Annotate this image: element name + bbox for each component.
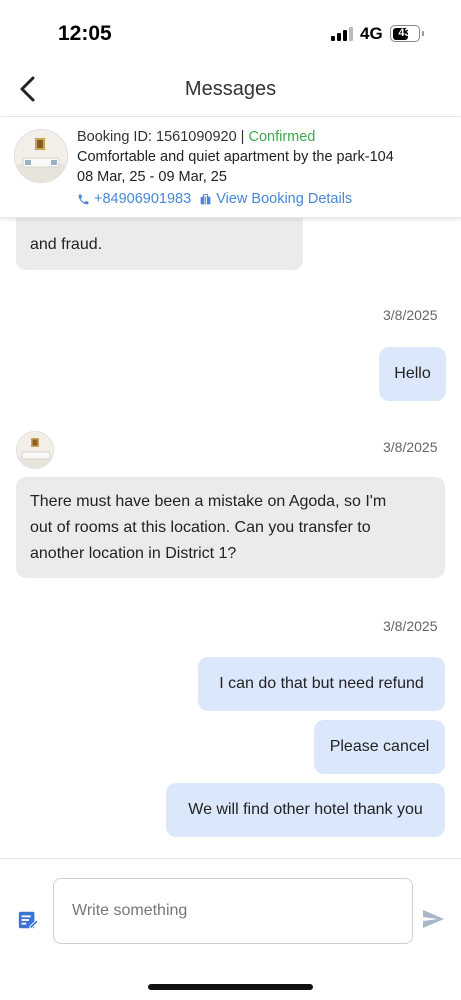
booking-id-line: Booking ID: 1561090920 | Confirmed [77, 129, 315, 145]
message-text: I can do that but need refund [219, 675, 424, 692]
battery-cap [422, 31, 424, 36]
message-bubble-outgoing: I can do that but need refund [198, 657, 445, 711]
message-bubble-outgoing: Please cancel [314, 720, 445, 774]
booking-card[interactable]: Booking ID: 1561090920 | Confirmed Comfo… [0, 116, 461, 218]
status-time: 12:05 [58, 22, 112, 45]
message-timestamp: 3/8/2025 [383, 439, 438, 455]
booking-separator: | [236, 129, 249, 145]
send-icon [423, 910, 444, 928]
phone-icon [78, 194, 89, 204]
property-name: Comfortable and quiet apartment by the p… [77, 149, 394, 165]
battery-level: 43 [398, 27, 411, 39]
message-composer [0, 858, 461, 960]
chat-thread[interactable]: and fraud. 3/8/2025 Hello 3/8/2025 There… [0, 218, 461, 858]
message-bubble-outgoing: Hello [379, 347, 446, 401]
send-button[interactable] [421, 907, 445, 931]
view-booking-details-label: View Booking Details [216, 191, 353, 207]
page-title: Messages [184, 78, 277, 100]
booking-id-label: Booking ID: [77, 129, 156, 145]
message-bubble-incoming: There must have been a mistake on Agoda,… [16, 477, 445, 578]
phone-number: +84906901983 [94, 191, 192, 207]
message-text-line: another location in District 1? [30, 545, 237, 562]
briefcase-icon [200, 193, 211, 204]
message-text: We will find other hotel thank you [188, 801, 423, 818]
message-input[interactable] [53, 878, 413, 944]
edit-note-icon [18, 911, 39, 929]
home-indicator [148, 984, 313, 990]
message-bubble-incoming: and fraud. [16, 218, 303, 270]
message-text-line: There must have been a mistake on Agoda,… [30, 493, 387, 510]
message-text: Please cancel [329, 738, 430, 755]
message-text-line: out of rooms at this location. Can you t… [30, 519, 371, 536]
message-text: Hello [394, 365, 431, 382]
phone-link[interactable]: +84906901983 [77, 191, 191, 207]
booking-dates: 08 Mar, 25 - 09 Mar, 25 [77, 169, 227, 185]
message-text: and fraud. [30, 236, 103, 253]
battery-icon: 43 [390, 25, 420, 42]
sender-avatar [16, 431, 54, 469]
property-avatar [14, 129, 68, 183]
booking-status-badge: Confirmed [248, 129, 316, 145]
booking-links: +84906901983 View Booking Details [77, 191, 352, 210]
booking-id: 1561090920 [156, 129, 237, 145]
view-booking-details-link[interactable]: View Booking Details [199, 191, 352, 207]
status-bar: 12:05 4G 43 [0, 0, 461, 64]
signal-icon [331, 27, 353, 41]
message-bubble-outgoing: We will find other hotel thank you [166, 783, 445, 837]
message-timestamp: 3/8/2025 [383, 618, 438, 634]
edit-note-button[interactable] [17, 909, 39, 931]
message-timestamp: 3/8/2025 [383, 307, 438, 323]
nav-bar: Messages [0, 64, 461, 116]
network-label: 4G [360, 24, 383, 43]
